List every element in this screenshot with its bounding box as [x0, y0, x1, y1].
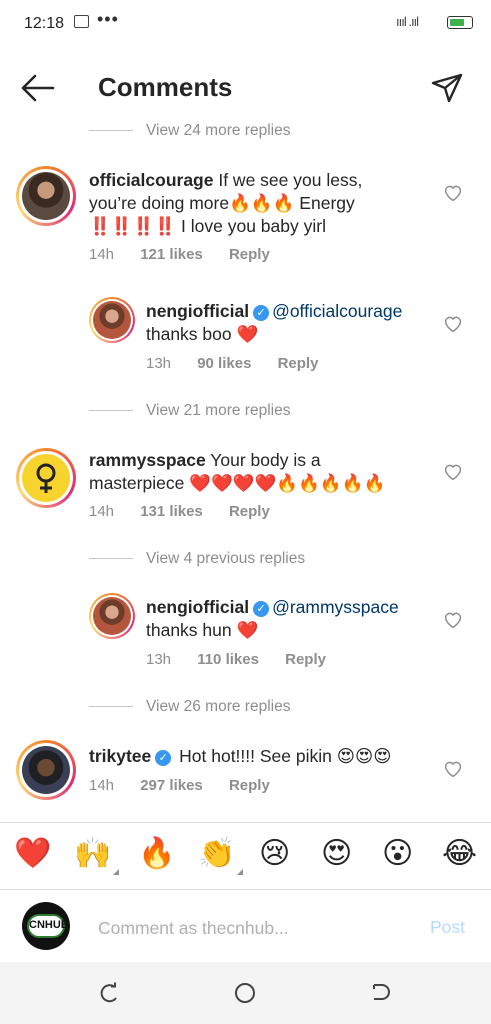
view-more-replies-link[interactable]: View 21 more replies: [146, 402, 290, 420]
comment-username[interactable]: rammysspace: [89, 450, 206, 470]
avatar-story-ring[interactable]: [16, 740, 76, 800]
comment-likes[interactable]: 121 likes: [140, 246, 203, 263]
divider: [89, 130, 133, 131]
reply-username[interactable]: nengiofficial: [146, 301, 249, 321]
comment-likes[interactable]: 297 likes: [140, 777, 203, 794]
comment-time: 14h: [89, 777, 115, 794]
emoji-surprised-button[interactable]: 😮: [382, 837, 413, 871]
reply-meta: 13h 90 likes Reply: [146, 355, 340, 372]
verified-badge-icon: ✓: [155, 750, 172, 766]
signal-icon: ıııl .ııl: [396, 14, 419, 29]
back-nav-icon[interactable]: [368, 980, 394, 1006]
emoji-heart-button[interactable]: ❤️: [14, 837, 51, 871]
like-heart-icon[interactable]: [443, 611, 463, 629]
system-navigation-bar: [0, 962, 491, 1024]
emoji-laughing-button[interactable]: 😂: [442, 837, 477, 871]
reply-button[interactable]: Reply: [229, 503, 270, 520]
reply-likes[interactable]: 90 likes: [197, 355, 251, 372]
comments-header: Comments: [0, 58, 491, 118]
comment-meta: 14h 297 likes Reply: [89, 777, 292, 794]
divider: [89, 706, 133, 707]
like-heart-icon[interactable]: [443, 315, 463, 333]
avatar-story-ring[interactable]: [16, 448, 76, 508]
reply-likes[interactable]: 110 likes: [197, 651, 259, 668]
quick-emoji-bar: ❤️ 🙌 🔥 👏 😢 😍 😮 😂: [0, 822, 491, 890]
avatar: [22, 746, 70, 794]
avatar: [93, 597, 131, 635]
like-heart-icon[interactable]: [443, 760, 463, 778]
divider: [89, 410, 133, 411]
back-arrow-icon[interactable]: [20, 72, 56, 104]
comment-username[interactable]: trikytee: [89, 746, 151, 766]
comment-composer: CNHUB Post: [0, 890, 491, 962]
emoji-raising-hands-glyph: 🙌: [74, 837, 112, 870]
comment-meta: 14h 131 likes Reply: [89, 503, 292, 520]
comment-likes[interactable]: 131 likes: [140, 503, 203, 520]
emoji-clapping-button[interactable]: 👏: [198, 837, 244, 875]
comment-input[interactable]: [98, 916, 408, 940]
direct-send-icon[interactable]: [430, 72, 464, 104]
comment-time: 14h: [89, 503, 115, 520]
comment-meta: 14h 121 likes Reply: [89, 246, 292, 263]
comment-body: Hot hot!!!! See pikin 😍😍😍: [174, 746, 392, 766]
female-symbol-icon: [36, 463, 56, 493]
battery-icon: [447, 16, 473, 29]
comment-time: 14h: [89, 246, 115, 263]
emoji-heart-eyes-button[interactable]: 😍: [321, 837, 352, 871]
reply-time: 13h: [146, 651, 172, 668]
avatar-story-ring[interactable]: [89, 593, 135, 639]
view-more-replies-link[interactable]: View 24 more replies: [146, 122, 290, 140]
reply-button[interactable]: Reply: [229, 777, 270, 794]
page-title: Comments: [98, 72, 233, 102]
gallery-notification-icon: [74, 15, 89, 28]
avatar: [22, 172, 70, 220]
mention-link[interactable]: @rammysspace: [272, 597, 399, 617]
post-button[interactable]: Post: [430, 917, 465, 938]
my-avatar: CNHUB: [22, 902, 70, 950]
emoji-crying-button[interactable]: 😢: [259, 837, 290, 871]
recent-apps-icon[interactable]: [96, 980, 122, 1006]
view-more-replies-link[interactable]: View 26 more replies: [146, 698, 290, 716]
avatar-logo-text: CNHUB: [29, 919, 69, 931]
reply-body: thanks boo ❤️: [146, 324, 259, 344]
comment-username[interactable]: officialcourage: [89, 170, 213, 190]
status-time: 12:18: [24, 15, 65, 32]
emoji-fire-button[interactable]: 🔥: [138, 837, 175, 871]
emoji-raising-hands-button[interactable]: 🙌: [74, 837, 120, 875]
reply-body: thanks hun ❤️: [146, 620, 259, 640]
like-heart-icon[interactable]: [443, 184, 463, 202]
verified-badge-icon: ✓: [253, 305, 270, 321]
home-icon[interactable]: [232, 980, 258, 1006]
reply-text: nengiofficial ✓ @officialcourage thanks bo…: [146, 300, 436, 346]
mention-link[interactable]: @officialcourage: [272, 301, 402, 321]
avatar: [22, 454, 70, 502]
reply-button[interactable]: Reply: [285, 651, 326, 668]
more-notifications-icon: •••: [97, 9, 119, 29]
reply-button[interactable]: Reply: [278, 355, 319, 372]
comment-text: trikytee ✓ Hot hot!!!! See pikin 😍😍😍: [89, 745, 429, 768]
reply-meta: 13h 110 likes Reply: [146, 651, 348, 668]
verified-badge-icon: ✓: [253, 601, 270, 617]
avatar-story-ring[interactable]: [16, 166, 76, 226]
reply-time: 13h: [146, 355, 172, 372]
comment-text: officialcourage If we see you less, you’…: [89, 169, 409, 238]
avatar-story-ring[interactable]: [89, 297, 135, 343]
reply-username[interactable]: nengiofficial: [146, 597, 249, 617]
status-bar: 12:18 ••• ıııl .ııl: [0, 0, 491, 46]
like-heart-icon[interactable]: [443, 463, 463, 481]
emoji-clapping-glyph: 👏: [198, 837, 236, 870]
reply-button[interactable]: Reply: [229, 246, 270, 263]
divider: [89, 558, 133, 559]
reply-text: nengiofficial ✓ @rammysspace thanks hun ❤️: [146, 596, 436, 642]
avatar: [93, 301, 131, 339]
view-previous-replies-link[interactable]: View 4 previous replies: [146, 550, 305, 568]
comment-text: rammysspace Your body is a masterpiece ❤…: [89, 449, 419, 495]
